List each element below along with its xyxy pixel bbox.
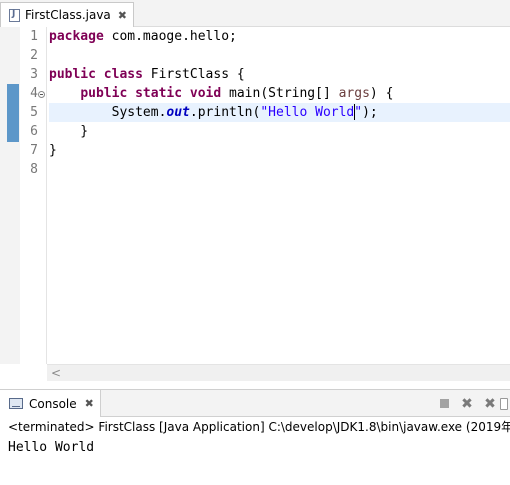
close-icon[interactable]: ✖	[118, 9, 127, 22]
string-literal: "	[354, 105, 363, 120]
code-line-5: System.out.println("Hello World");	[49, 103, 378, 122]
static-field: out	[166, 105, 190, 120]
code-line-4: public static void main(String[] args) {	[49, 84, 393, 103]
code-text: ) {	[369, 86, 394, 101]
editor-tab-bar: FirstClass.java ✖	[0, 0, 510, 27]
code-line-1: package com.maoge.hello;	[49, 27, 237, 46]
terminate-icon[interactable]	[434, 394, 454, 414]
console-tab-bar: Console ✖ ✖ ✖	[0, 389, 510, 417]
line-number: 3	[30, 67, 38, 82]
code-text: System.	[49, 105, 167, 120]
code-line-7: }	[49, 143, 57, 158]
code-text: .println(	[189, 105, 261, 120]
console-process-label: <terminated> FirstClass [Java Applicatio…	[0, 417, 510, 437]
console-tab[interactable]: Console ✖	[0, 390, 101, 417]
line-number: 6	[30, 124, 38, 139]
line-number: 7	[30, 143, 38, 158]
code-text: main(String[]	[221, 86, 339, 101]
console-icon	[9, 398, 23, 409]
collapse-icon[interactable]	[38, 91, 45, 98]
keyword: package	[49, 29, 104, 44]
line-number-gutter: 1 2 3 4 5 6 7 8	[20, 27, 47, 364]
code-line-3: public class FirstClass {	[49, 65, 245, 84]
code-text: com.maoge.hello;	[103, 29, 237, 44]
console-output[interactable]: Hello World	[0, 437, 510, 485]
change-marker	[7, 84, 19, 142]
keyword: public static void	[80, 86, 222, 101]
close-icon[interactable]: ✖	[85, 397, 94, 410]
string-literal: "Hello World	[260, 105, 355, 120]
line-number: 4	[30, 86, 38, 101]
console-tab-label: Console	[29, 396, 77, 411]
line-number: 5	[30, 105, 38, 120]
line-number: 8	[30, 162, 38, 177]
remove-all-terminated-icon[interactable]: ✖	[480, 394, 500, 414]
code-text: );	[362, 105, 378, 120]
editor-tab-firstclass[interactable]: FirstClass.java ✖	[0, 2, 134, 27]
console-toolbar: ✖ ✖	[431, 390, 510, 417]
scroll-left-arrow-icon[interactable]: <	[51, 365, 61, 381]
java-file-icon	[9, 8, 20, 22]
code-area[interactable]: package com.maoge.hello; public class Fi…	[49, 27, 510, 364]
code-line-6: }	[49, 124, 89, 139]
code-text: FirstClass {	[142, 67, 245, 82]
remove-launch-icon[interactable]: ✖	[457, 394, 477, 414]
annotation-ruler	[0, 27, 20, 364]
horizontal-scrollbar[interactable]: <	[47, 364, 510, 381]
line-number: 1	[30, 29, 38, 44]
line-number: 2	[30, 48, 38, 63]
copy-icon[interactable]	[500, 394, 510, 414]
keyword: public class	[49, 67, 143, 82]
console-output-line: Hello World	[8, 440, 95, 455]
editor-tab-label: FirstClass.java	[25, 8, 111, 22]
code-editor[interactable]: 1 2 3 4 5 6 7 8 package com.maoge.hello;…	[0, 27, 510, 364]
parameter: args	[338, 86, 370, 101]
